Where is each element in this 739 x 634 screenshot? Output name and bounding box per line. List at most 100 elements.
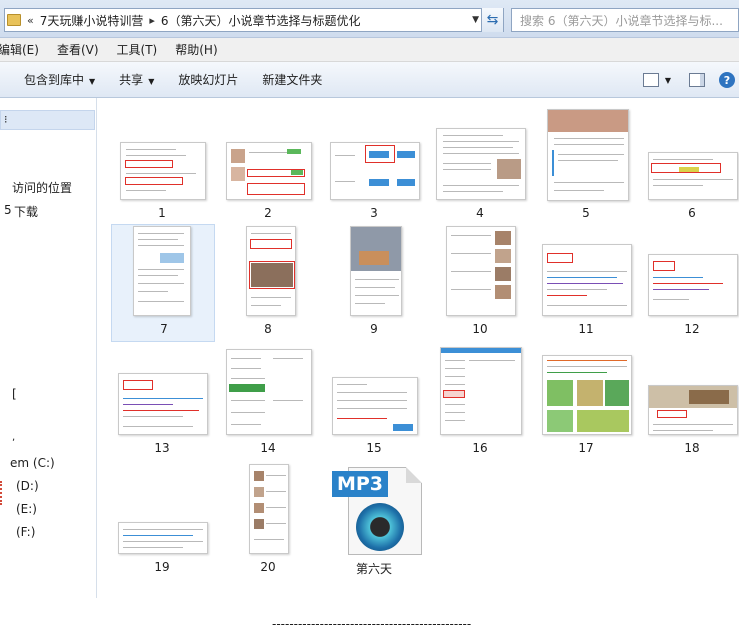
file-item[interactable]: 13 (109, 343, 213, 461)
chevron-down-icon: ▼ (148, 77, 155, 86)
nav-favorites-mark: ⁝ (4, 113, 8, 126)
address-bar-strip: « 7天玩赚小说特训营 ▸ 6（第六天）小说章节选择与标题优化 ▼ ⇆ 搜索 6… (0, 0, 739, 38)
search-input[interactable]: 搜索 6（第六天）小说章节选择与标... (511, 8, 739, 32)
breadcrumb-arrow-icon[interactable]: ▸ (149, 14, 155, 27)
file-item[interactable]: 18 (639, 343, 739, 461)
file-name: 9 (370, 322, 378, 336)
file-item[interactable]: 8 (215, 224, 319, 342)
file-thumbnail (226, 142, 312, 200)
breadcrumb-current[interactable]: 6（第六天）小说章节选择与标题优化 (161, 12, 361, 29)
file-name: 17 (578, 441, 594, 455)
preview-pane-icon[interactable] (689, 73, 705, 87)
file-thumbnail (118, 373, 208, 435)
file-thumbnail (648, 152, 738, 200)
file-name: 10 (472, 322, 488, 336)
nav-favorites-header[interactable] (0, 110, 95, 130)
address-bar[interactable]: « 7天玩赚小说特训营 ▸ 6（第六天）小说章节选择与标题优化 ▼ ⇆ (4, 8, 504, 32)
file-name: 3 (370, 206, 378, 220)
file-item[interactable]: 20 (215, 462, 319, 580)
include-in-library-button[interactable]: 包含到库中 ▼ (0, 71, 107, 88)
file-thumbnail (542, 355, 632, 435)
file-thumbnail (332, 377, 418, 435)
nav-item-drive-d[interactable]: (D:) (16, 479, 39, 493)
file-name: 5 (582, 206, 590, 220)
file-name: 2 (264, 206, 272, 220)
media-disc-icon (356, 503, 404, 551)
file-thumbnail (542, 244, 632, 316)
file-name: 18 (684, 441, 700, 455)
command-bar: 包含到库中 ▼ 共享 ▼ 放映幻灯片 新建文件夹 ▼ ? (0, 62, 739, 98)
file-item[interactable]: 14 (215, 343, 319, 461)
file-item[interactable]: 5 (533, 108, 637, 226)
file-item[interactable]: 17 (533, 343, 637, 461)
nav-item-recent-places[interactable]: 访问的位置 (12, 179, 72, 196)
file-item-mp3[interactable]: MP3 第六天 (321, 462, 425, 580)
menu-view[interactable]: 查看(V) (48, 41, 108, 58)
file-item[interactable]: 4 (427, 108, 531, 226)
file-thumbnail (330, 142, 420, 200)
views-icon[interactable] (642, 73, 659, 87)
file-thumbnail (446, 226, 516, 316)
file-thumbnail (648, 254, 738, 316)
new-folder-button[interactable]: 新建文件夹 (250, 71, 334, 88)
nav-item-bracket: [ (12, 387, 17, 401)
menu-bar: 编辑(E) 查看(V) 工具(T) 帮助(H) (0, 38, 739, 62)
file-thumbnail (440, 347, 522, 435)
file-item[interactable]: 3 (321, 108, 425, 226)
breadcrumb-overflow[interactable]: « (27, 14, 34, 27)
file-name: 8 (264, 322, 272, 336)
menu-help[interactable]: 帮助(H) (166, 41, 226, 58)
views-dropdown-icon[interactable]: ▼ (665, 76, 671, 85)
file-name: 20 (260, 560, 276, 574)
file-thumbnail (118, 522, 208, 554)
file-item[interactable]: 19 (109, 462, 213, 580)
file-item[interactable]: 15 (321, 343, 425, 461)
file-item[interactable]: 16 (427, 343, 531, 461)
file-item[interactable]: 11 (533, 224, 637, 342)
file-item-selected[interactable]: 7 (111, 224, 215, 342)
file-item[interactable]: 10 (427, 224, 531, 342)
file-thumbnail (547, 109, 629, 201)
slideshow-button[interactable]: 放映幻灯片 (166, 71, 250, 88)
file-name: 14 (260, 441, 276, 455)
file-thumbnail (120, 142, 206, 200)
breadcrumb-parent[interactable]: 7天玩赚小说特训营 (40, 12, 144, 29)
file-list: 1 2 3 4 5 6 7 8 9 10 11 12 13 14 15 16 1… (98, 98, 739, 598)
nav-item-drive-f[interactable]: (F:) (16, 525, 35, 539)
file-name: 7 (160, 322, 168, 336)
nav-item-downloads-prefix: 5 (4, 203, 12, 217)
file-thumbnail (246, 226, 296, 316)
file-thumbnail (133, 226, 191, 316)
file-thumbnail (249, 464, 289, 554)
file-thumbnail (350, 226, 402, 316)
file-item[interactable]: 9 (321, 224, 425, 342)
share-button[interactable]: 共享 ▼ (107, 71, 166, 88)
file-item[interactable]: 2 (215, 108, 319, 226)
help-icon[interactable]: ? (719, 72, 735, 88)
file-thumbnail (648, 385, 738, 435)
nav-item-comma: , (12, 432, 16, 443)
file-name: 6 (688, 206, 696, 220)
include-in-library-label: 包含到库中 (24, 73, 85, 87)
file-name: 4 (476, 206, 484, 220)
file-name: 13 (154, 441, 170, 455)
nav-item-downloads[interactable]: 下载 (14, 203, 38, 220)
nav-item-drive-e[interactable]: (E:) (16, 502, 37, 516)
nav-item-drive-c[interactable]: em (C:) (10, 456, 55, 470)
folder-icon (7, 14, 21, 26)
chevron-down-icon: ▼ (89, 77, 96, 86)
address-history-dropdown-icon[interactable]: ▼ (472, 15, 479, 25)
refresh-icon[interactable]: ⇆ (481, 8, 503, 32)
menu-tools[interactable]: 工具(T) (108, 41, 167, 58)
file-item[interactable]: 12 (639, 224, 739, 342)
file-name: 19 (154, 560, 170, 574)
file-item[interactable]: 6 (639, 108, 739, 226)
nav-drag-marker (0, 481, 3, 505)
menu-edit[interactable]: 编辑(E) (0, 41, 48, 58)
share-label: 共享 (119, 73, 144, 87)
file-name: 11 (578, 322, 594, 336)
file-item[interactable]: 1 (109, 108, 213, 226)
navigation-pane: ⁝ 访问的位置 5 下载 [ , em (C:) (D:) (E:) (F:) (0, 98, 97, 598)
file-thumbnail (226, 349, 312, 435)
command-bar-right: ▼ ? (642, 62, 739, 98)
